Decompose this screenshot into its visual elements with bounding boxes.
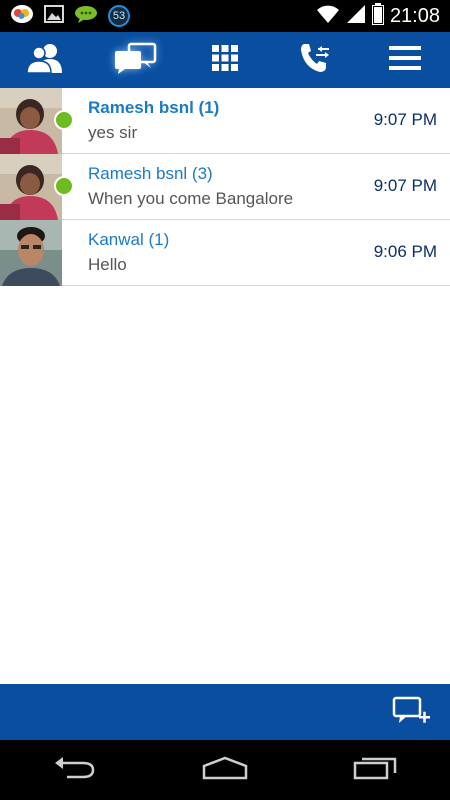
- conversation-list: Ramesh bsnl (1) yes sir 9:07 PM Ramesh b…: [0, 88, 450, 286]
- last-message: yes sir: [88, 123, 138, 142]
- tab-menu[interactable]: [375, 32, 435, 88]
- home-icon: [201, 756, 249, 785]
- wifi-icon: [316, 4, 340, 29]
- conversation-row[interactable]: Kanwal (1) Hello 9:06 PM: [0, 220, 450, 286]
- avatar: [0, 220, 62, 286]
- message-time: 9:06 PM: [373, 242, 437, 261]
- status-bar: 53 21:08: [0, 0, 450, 32]
- bottom-action-bar: [0, 684, 450, 740]
- battery-icon: [371, 2, 384, 30]
- tab-call-log[interactable]: [285, 32, 345, 88]
- last-message: Hello: [88, 255, 127, 274]
- tab-contacts[interactable]: [15, 32, 75, 88]
- app-screen: 53 21:08 Ramesh bsnl (1) yes sir 9:07 PM…: [0, 0, 450, 800]
- message-time: 9:07 PM: [373, 110, 437, 129]
- chats-icon: [113, 41, 157, 80]
- new-chat-button[interactable]: [392, 696, 432, 730]
- last-message: When you come Bangalore: [88, 189, 294, 208]
- chat-bubble-notification-icon: [74, 5, 98, 28]
- gallery-icon: [44, 4, 64, 28]
- dialpad-icon: [211, 44, 239, 77]
- contact-name: Kanwal (1): [88, 230, 170, 249]
- back-button[interactable]: [45, 750, 105, 790]
- call-log-icon: [298, 41, 332, 80]
- tab-chats[interactable]: [105, 32, 165, 88]
- menu-icon: [389, 45, 421, 76]
- recent-apps-icon: [353, 756, 397, 785]
- avatar: [0, 154, 62, 220]
- signal-icon: [346, 4, 366, 29]
- online-status-dot: [54, 176, 74, 196]
- conversation-row[interactable]: Ramesh bsnl (1) yes sir 9:07 PM: [0, 88, 450, 154]
- conversation-text: Ramesh bsnl (1) yes sir: [88, 97, 219, 145]
- avatar: [0, 88, 62, 154]
- app-notification-icon: [10, 3, 34, 30]
- home-button[interactable]: [195, 750, 255, 790]
- online-status-dot: [54, 110, 74, 130]
- tab-dialpad[interactable]: [195, 32, 255, 88]
- back-icon: [53, 756, 97, 784]
- clock: 21:08: [389, 4, 440, 27]
- contacts-icon: [24, 42, 66, 79]
- notification-icons: 53: [0, 3, 130, 30]
- conversation-text: Ramesh bsnl (3) When you come Bangalore: [88, 163, 293, 211]
- recent-apps-button[interactable]: [345, 750, 405, 790]
- top-nav-bar: [0, 32, 450, 88]
- conversation-text: Kanwal (1) Hello: [88, 229, 169, 277]
- contact-name: Ramesh bsnl (3): [88, 164, 213, 183]
- new-chat-icon: [392, 696, 432, 734]
- conversation-row[interactable]: Ramesh bsnl (3) When you come Bangalore …: [0, 154, 450, 220]
- message-time: 9:07 PM: [373, 176, 437, 195]
- system-nav-bar: [0, 740, 450, 800]
- system-indicators: 21:08: [316, 2, 450, 30]
- contact-name: Ramesh bsnl (1): [88, 98, 220, 117]
- notification-count-badge: 53: [108, 5, 130, 27]
